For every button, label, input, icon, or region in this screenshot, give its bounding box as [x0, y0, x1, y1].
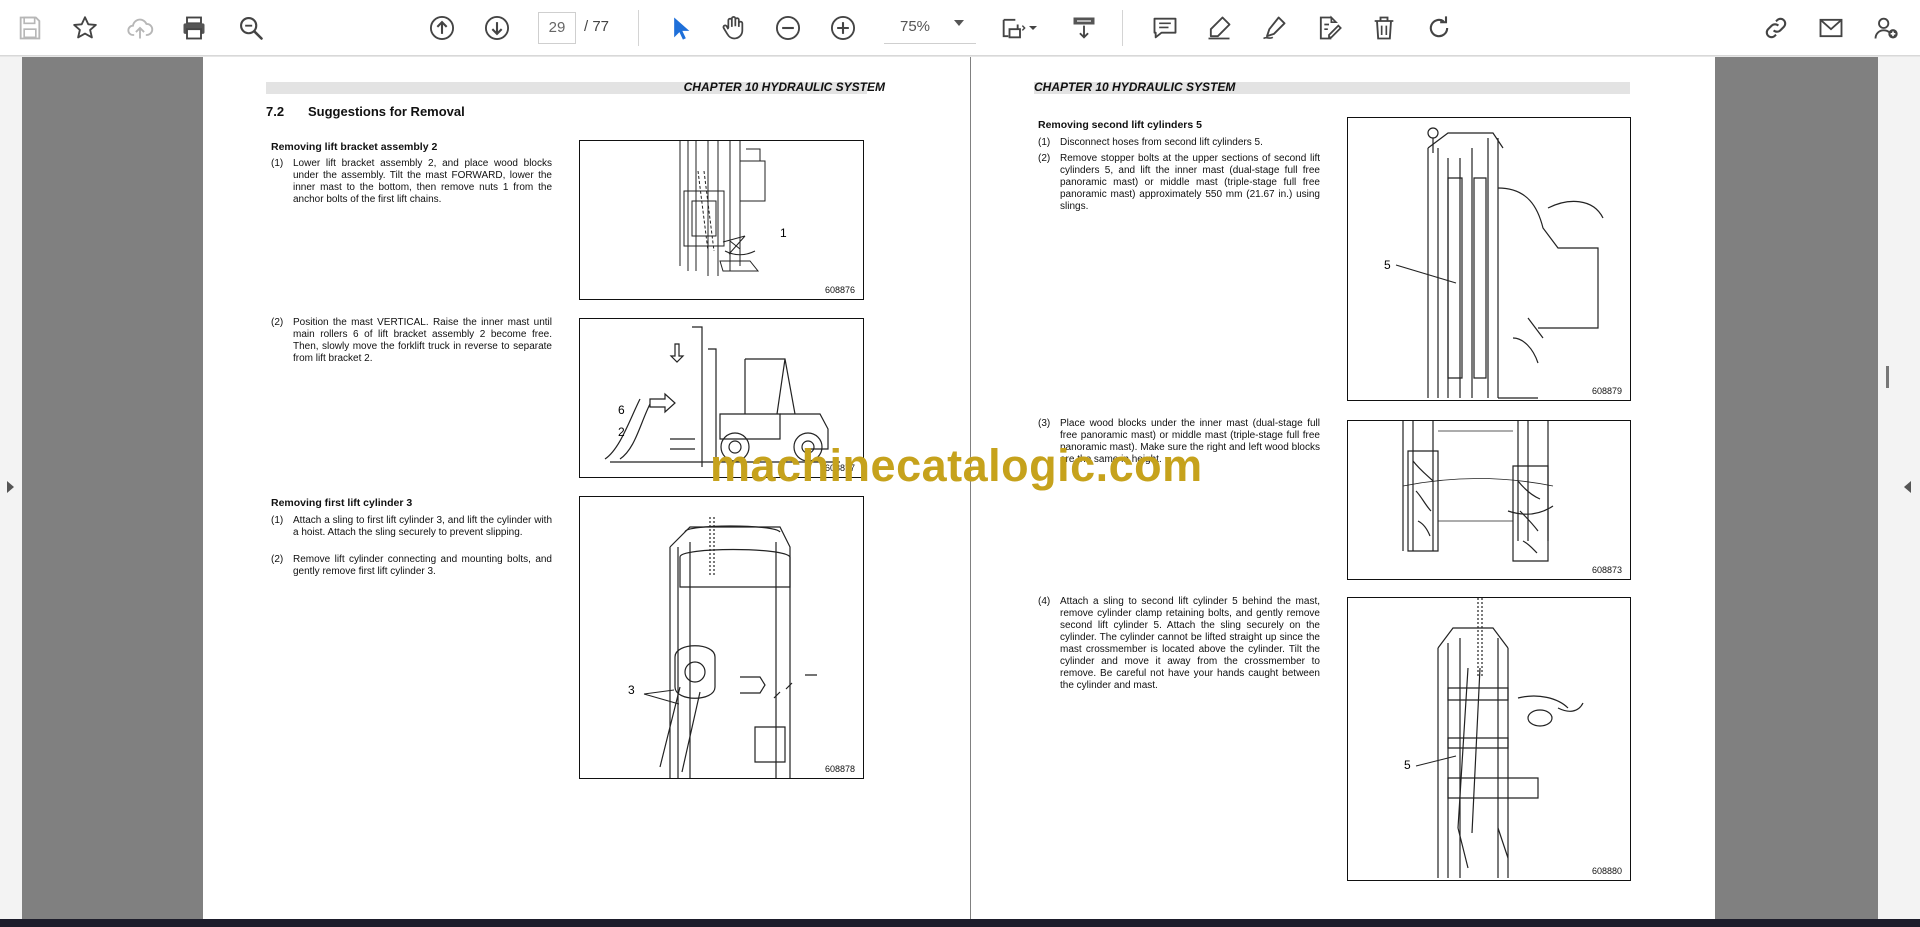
figure-callout: 3 [628, 683, 635, 697]
redo-icon[interactable] [1421, 10, 1457, 46]
page-number-input[interactable]: 29 [538, 12, 576, 44]
step-number: (2) [271, 317, 284, 328]
step-number: (2) [271, 554, 284, 565]
bookmark-star-icon[interactable] [67, 10, 103, 46]
subsection-title: Removing second lift cylinders 5 [1038, 119, 1202, 131]
delete-icon[interactable] [1366, 10, 1402, 46]
step-number: (3) [1038, 418, 1051, 429]
figure-id: 608879 [1591, 386, 1622, 396]
step-text: Disconnect hoses from second lift cylind… [1060, 137, 1263, 148]
lift-cylinder-illustration [643, 517, 817, 778]
figure-callout: 5 [1404, 758, 1411, 772]
highlight-pen-icon[interactable] [1201, 10, 1237, 46]
wood-blocks-illustration [1402, 421, 1554, 562]
figure-callout: 5 [1384, 258, 1391, 272]
section-title: Suggestions for Removal [308, 104, 465, 119]
sign-pen-icon[interactable] [1256, 10, 1292, 46]
previous-page-icon[interactable] [424, 10, 460, 46]
instruction-step: (1) Attach a sling to first lift cylinde… [271, 515, 552, 539]
step-number: (1) [271, 158, 284, 169]
edit-text-icon[interactable] [1311, 10, 1347, 46]
toolbar: 29 / 77 75% [0, 0, 1920, 56]
step-number: (1) [1038, 137, 1051, 148]
zoom-level-select[interactable]: 75% [884, 12, 976, 44]
toolbar-divider [638, 10, 639, 46]
cloud-upload-icon[interactable] [122, 10, 158, 46]
add-user-icon[interactable] [1868, 10, 1904, 46]
subsection-title: Removing first lift cylinder 3 [271, 497, 413, 509]
step-text: Attach a sling to second lift cylinder 5… [1060, 596, 1320, 691]
step-number: (2) [1038, 153, 1051, 164]
toolbar-divider [1122, 10, 1123, 46]
zoom-out-magnifier-icon[interactable] [233, 10, 269, 46]
chapter-header: CHAPTER 10 HYDRAULIC SYSTEM [683, 80, 885, 94]
section-number: 7.2 [266, 104, 285, 119]
instruction-step: (1) Disconnect hoses from second lift cy… [1038, 137, 1320, 149]
chevron-left-icon [1904, 481, 1911, 493]
step-number: (4) [1038, 596, 1051, 607]
figure-second-lift-cylinders: 5 608879 [1347, 117, 1631, 401]
scroll-mode-icon[interactable] [1066, 10, 1102, 46]
taskbar-strip [0, 919, 1920, 927]
chevron-down-icon[interactable] [954, 20, 964, 26]
figure-lift-bracket: 1 608876 [579, 140, 864, 300]
hand-pan-icon[interactable] [715, 10, 751, 46]
instruction-step: (4) Attach a sling to second lift cylind… [1038, 596, 1320, 692]
instruction-step: (2) Remove stopper bolts at the upper se… [1038, 153, 1320, 213]
print-icon[interactable] [176, 10, 212, 46]
figure-callout: 1 [780, 226, 787, 240]
figure-remove-second-cylinder: 5 608880 [1347, 597, 1631, 881]
chevron-right-icon [7, 481, 14, 493]
mast-chain-illustration [679, 141, 766, 276]
subsection-title: Removing lift bracket assembly 2 [271, 141, 438, 153]
left-side-panel-toggle[interactable] [0, 57, 22, 919]
figure-id: 608876 [824, 285, 855, 295]
figure-callout: 6 [618, 403, 625, 417]
chapter-header: CHAPTER 10 HYDRAULIC SYSTEM [1034, 80, 1236, 94]
figure-callout: 2 [618, 425, 625, 439]
step-text: Position the mast VERTICAL. Raise the in… [293, 317, 552, 364]
next-page-icon[interactable] [479, 10, 515, 46]
save-icon[interactable] [12, 10, 48, 46]
comment-icon[interactable] [1147, 10, 1183, 46]
fit-dropdown-icon[interactable] [1026, 10, 1040, 46]
email-icon[interactable] [1813, 10, 1849, 46]
share-link-icon[interactable] [1758, 10, 1794, 46]
page-total-label: / 77 [584, 18, 610, 35]
step-number: (1) [271, 515, 284, 526]
step-text: Remove stopper bolts at the upper sectio… [1060, 153, 1320, 212]
step-text: Lower lift bracket assembly 2, and place… [293, 158, 552, 205]
figure-id: 608878 [824, 764, 855, 774]
right-side-panel-toggle[interactable] [1878, 57, 1920, 919]
zoom-minus-icon[interactable] [770, 10, 806, 46]
zoom-plus-icon[interactable] [825, 10, 861, 46]
figure-id: 608873 [1591, 565, 1622, 575]
instruction-step: (1) Lower lift bracket assembly 2, and p… [271, 158, 552, 206]
instruction-step: (2) Position the mast VERTICAL. Raise th… [271, 317, 552, 365]
figure-id: 608880 [1591, 866, 1622, 876]
vertical-scrollbar[interactable] [1886, 366, 1889, 388]
step-text: Remove lift cylinder connecting and moun… [293, 554, 552, 577]
figure-wood-blocks: 608873 [1347, 420, 1631, 580]
instruction-step: (2) Remove lift cylinder connecting and … [271, 554, 552, 578]
cylinder-removal-illustration [1415, 598, 1584, 878]
figure-first-lift-cylinder: 3 608878 [579, 496, 864, 779]
select-cursor-icon[interactable] [662, 10, 698, 46]
step-text: Attach a sling to first lift cylinder 3,… [293, 515, 552, 538]
watermark: machinecatalogic.com [710, 440, 1203, 491]
